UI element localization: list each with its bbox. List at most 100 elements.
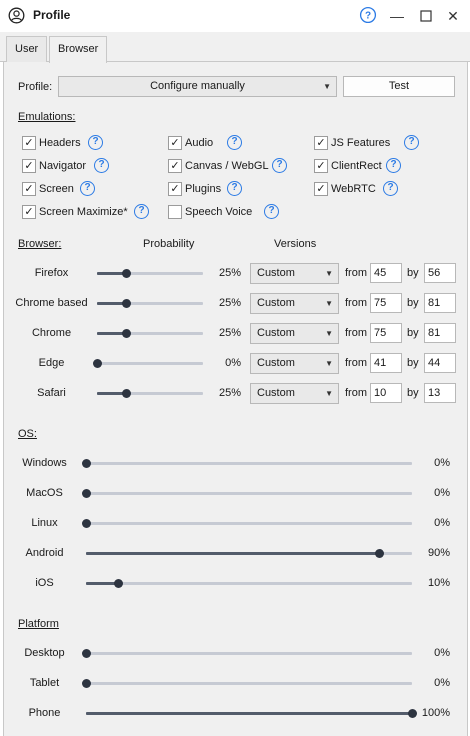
os-macos-slider-track[interactable] <box>86 492 412 495</box>
checkbox-webrtc[interactable]: ✓ <box>314 182 328 196</box>
platform-desktop-slider-thumb[interactable] <box>81 649 91 658</box>
close-icon[interactable]: ✕ <box>443 6 463 26</box>
emulation-label-screen: Screen <box>39 183 74 195</box>
checkbox-plugins[interactable]: ✓ <box>168 182 182 196</box>
browser-safari-slider-track[interactable] <box>97 392 203 395</box>
help-icon[interactable]: ? <box>80 181 95 196</box>
os-linux-percent: 0% <box>434 517 450 529</box>
os-ios-slider-track[interactable] <box>86 582 412 585</box>
minimize-icon[interactable]: — <box>387 6 407 26</box>
help-icon[interactable]: ? <box>386 158 401 173</box>
chevron-down-icon: ▼ <box>325 299 333 308</box>
profile-select[interactable]: Configure manually ▼ <box>58 76 337 97</box>
browser-firefox-from-input[interactable]: 45 <box>370 263 402 283</box>
os-android-slider-thumb[interactable] <box>374 549 384 558</box>
help-icon[interactable]: ? <box>88 135 103 150</box>
tab-user[interactable]: User <box>6 36 48 62</box>
browser-chrome-based-versions-select[interactable]: Custom ▼ <box>250 293 339 314</box>
os-ios-label: iOS <box>35 577 54 589</box>
checkbox-screen[interactable]: ✓ <box>22 182 36 196</box>
platform-tablet-slider-track[interactable] <box>86 682 412 685</box>
checkbox-js-features[interactable]: ✓ <box>314 136 328 150</box>
os-linux-slider-thumb[interactable] <box>81 519 91 528</box>
os-android-slider-track[interactable] <box>86 552 412 555</box>
os-linux-slider-track[interactable] <box>86 522 412 525</box>
help-icon[interactable]: ? <box>383 181 398 196</box>
emulation-label-screen-maximize: Screen Maximize* <box>39 206 128 218</box>
help-icon[interactable]: ? <box>264 204 279 219</box>
browser-edge-slider-track[interactable] <box>97 362 203 365</box>
profile-icon <box>8 7 25 24</box>
browser-chrome-by-input[interactable]: 81 <box>424 323 456 343</box>
browser-edge-from-input[interactable]: 41 <box>370 353 402 373</box>
os-windows-slider-track[interactable] <box>86 462 412 465</box>
browser-safari-label: Safari <box>37 387 66 399</box>
maximize-icon[interactable] <box>416 6 436 26</box>
browser-chrome-from-input[interactable]: 75 <box>370 323 402 343</box>
browser-firefox-versions-value: Custom <box>257 267 295 279</box>
browser-edge-slider-thumb[interactable] <box>92 359 102 368</box>
help-icon[interactable]: ? <box>404 135 419 150</box>
emulation-label-headers: Headers <box>39 137 81 149</box>
platform-desktop-slider-track[interactable] <box>86 652 412 655</box>
checkbox-screen-maximize[interactable]: ✓ <box>22 205 36 219</box>
browser-firefox-by-input[interactable]: 56 <box>424 263 456 283</box>
browser-chrome-based-slider-track[interactable] <box>97 302 203 305</box>
checkbox-canvas-webgl[interactable]: ✓ <box>168 159 182 173</box>
emulation-label-plugins: Plugins <box>185 183 222 195</box>
platform-desktop-percent: 0% <box>434 647 450 659</box>
checkbox-navigator[interactable]: ✓ <box>22 159 36 173</box>
chevron-down-icon: ▼ <box>325 389 333 398</box>
browser-edge-versions-select[interactable]: Custom ▼ <box>250 353 339 374</box>
checkbox-headers[interactable]: ✓ <box>22 136 36 150</box>
help-icon[interactable]: ? <box>134 204 149 219</box>
versions-column-header: Versions <box>274 238 317 250</box>
tab-browser[interactable]: Browser <box>49 36 108 63</box>
browser-firefox-slider-thumb[interactable] <box>121 269 131 278</box>
help-icon[interactable]: ? <box>272 158 287 173</box>
browser-chrome-versions-select[interactable]: Custom ▼ <box>250 323 339 344</box>
checkbox-clientrect[interactable]: ✓ <box>314 159 328 173</box>
browser-firefox-versions-select[interactable]: Custom ▼ <box>250 263 339 284</box>
os-android-slider-fill <box>86 552 380 555</box>
browser-safari-from-input[interactable]: 10 <box>370 383 402 403</box>
browser-edge-by-input[interactable]: 44 <box>424 353 456 373</box>
browser-chrome-slider-thumb[interactable] <box>121 329 131 338</box>
help-icon[interactable]: ? <box>358 6 378 26</box>
help-icon[interactable]: ? <box>227 135 242 150</box>
window-title: Profile <box>33 8 71 22</box>
browser-chrome-based-versions-value: Custom <box>257 297 295 309</box>
os-windows-label: Windows <box>22 457 67 469</box>
browser-chrome-slider-track[interactable] <box>97 332 203 335</box>
browser-chrome-based-by-input[interactable]: 81 <box>424 293 456 313</box>
help-icon[interactable]: ? <box>227 181 242 196</box>
browser-safari-by-label: by <box>407 387 419 399</box>
browser-edge-from-label: from <box>345 357 367 369</box>
checkbox-speech-voice[interactable] <box>168 205 182 219</box>
emulation-label-webrtc: WebRTC <box>331 183 376 195</box>
platform-phone-percent: 100% <box>421 707 450 719</box>
os-windows-slider-thumb[interactable] <box>81 459 91 468</box>
chevron-down-icon: ▼ <box>325 329 333 338</box>
browser-safari-versions-select[interactable]: Custom ▼ <box>250 383 339 404</box>
emulation-label-clientrect: ClientRect <box>331 160 382 172</box>
emulation-label-canvas-webgl: Canvas / WebGL <box>185 160 269 172</box>
chevron-down-icon: ▼ <box>325 269 333 278</box>
platform-tablet-percent: 0% <box>434 677 450 689</box>
checkbox-audio[interactable]: ✓ <box>168 136 182 150</box>
test-button[interactable]: Test <box>343 76 455 97</box>
browser-chrome-based-slider-thumb[interactable] <box>121 299 131 308</box>
svg-text:?: ? <box>365 11 371 22</box>
os-macos-label: MacOS <box>26 487 63 499</box>
platform-phone-slider-track[interactable] <box>86 712 412 715</box>
browser-chrome-versions-value: Custom <box>257 327 295 339</box>
browser-safari-slider-thumb[interactable] <box>121 389 131 398</box>
os-macos-slider-thumb[interactable] <box>81 489 91 498</box>
browser-heading: Browser: <box>18 238 62 250</box>
platform-tablet-slider-thumb[interactable] <box>81 679 91 688</box>
browser-safari-by-input[interactable]: 13 <box>424 383 456 403</box>
help-icon[interactable]: ? <box>94 158 109 173</box>
browser-chrome-based-from-input[interactable]: 75 <box>370 293 402 313</box>
browser-firefox-slider-track[interactable] <box>97 272 203 275</box>
platform-desktop-label: Desktop <box>24 647 65 659</box>
